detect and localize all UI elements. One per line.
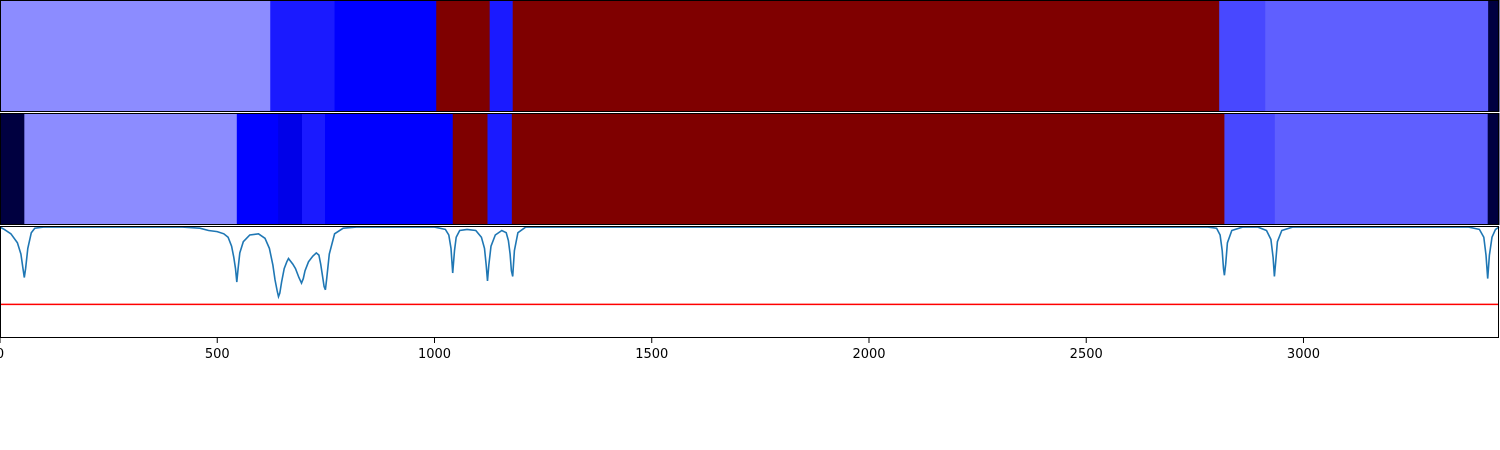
x-tick-label: 500	[205, 347, 230, 362]
heatmap-panel-middle	[0, 113, 1500, 225]
x-tick-label: 1500	[635, 347, 668, 362]
heatmap-segment	[487, 113, 513, 225]
heatmap-segment	[301, 113, 326, 225]
heatmap-panel-top	[0, 0, 1500, 112]
heatmap-segment	[270, 0, 336, 112]
figure: 0 500 1000 1500 2000 2500 3000	[0, 0, 1500, 450]
heatmap-segment	[512, 0, 1220, 112]
heatmap-segment	[511, 113, 1225, 225]
heatmap-segment	[325, 113, 454, 225]
heatmap-segment	[236, 113, 279, 225]
heatmap-segment	[1265, 0, 1489, 112]
heatmap-segment	[334, 0, 437, 112]
heatmap-segment	[1219, 0, 1266, 112]
x-tick-label: 2500	[1070, 347, 1103, 362]
heatmap-segment	[1488, 0, 1500, 112]
heatmap-segment	[1487, 113, 1500, 225]
heatmap-segment	[278, 113, 303, 225]
x-tick-label: 3000	[1287, 347, 1320, 362]
x-tick-label: 1000	[418, 347, 451, 362]
heatmap-segment	[489, 0, 514, 112]
heatmap-segment	[436, 0, 491, 112]
heatmap-segment	[24, 113, 238, 225]
x-tick-label: 0	[0, 347, 4, 362]
heatmap-segment	[0, 0, 271, 112]
heatmap-segment	[1274, 113, 1489, 225]
heatmap-segment	[0, 113, 25, 225]
heatmap-segment	[452, 113, 489, 225]
x-tick-label: 2000	[852, 347, 885, 362]
heatmap-segment	[1224, 113, 1276, 225]
